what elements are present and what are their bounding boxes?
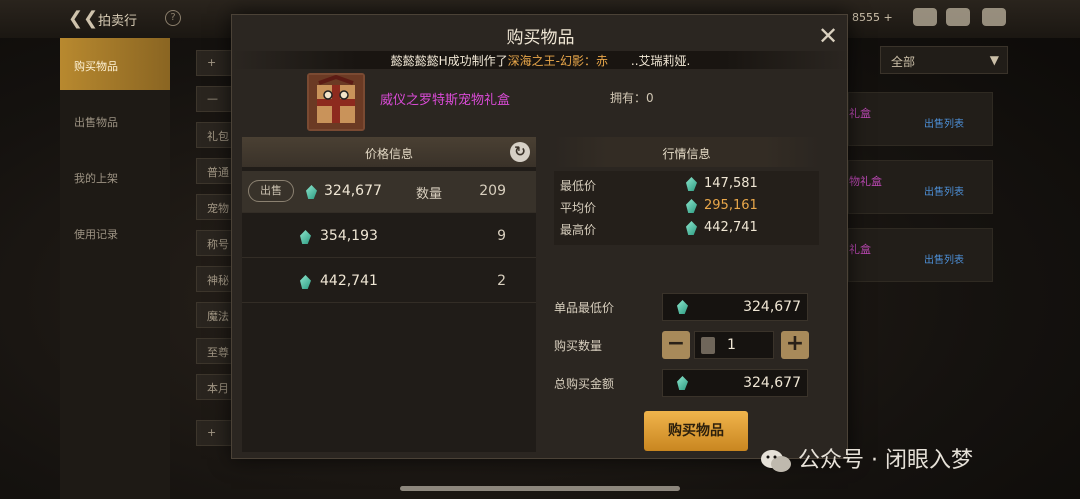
total-amount-field: 324,677 bbox=[662, 369, 808, 397]
market-info-header: 行情信息 bbox=[554, 137, 819, 167]
category-item[interactable]: 普通 bbox=[196, 158, 232, 184]
category-item[interactable]: 至尊 bbox=[196, 338, 232, 364]
category-item[interactable]: 礼包 bbox=[196, 122, 232, 148]
stat-value: 147,581 bbox=[704, 176, 758, 191]
price-info-title: 价格信息 bbox=[364, 147, 413, 161]
close-icon[interactable]: ✕ bbox=[816, 24, 840, 48]
price-info-panel: 价格信息 ↻ 出售 324,677 数量 209 354,193 9 442,7… bbox=[242, 137, 536, 452]
stat-label: 平均价 bbox=[560, 201, 597, 215]
gem-icon bbox=[306, 185, 317, 199]
pet-gift-box-icon bbox=[307, 73, 365, 131]
category-expand-button[interactable]: + bbox=[196, 50, 232, 76]
nav-item-sell[interactable]: 出售物品 bbox=[60, 94, 170, 146]
sell-badge: 出售 bbox=[248, 180, 294, 202]
purchase-modal: 购买物品 ✕ 懿懿懿懿H成功制作了深海之王-幻影：赤 ..艾瑞莉娅. 威仪之罗特… bbox=[231, 14, 849, 459]
quantity-label: 数量 bbox=[416, 187, 443, 202]
owned-count: 拥有：0 bbox=[610, 91, 654, 105]
ticker-suffix: ..艾瑞莉娅. bbox=[630, 54, 691, 68]
increase-quantity-button[interactable]: + bbox=[781, 331, 809, 359]
category-item[interactable]: 宠物 bbox=[196, 194, 232, 220]
back-arrow-icon[interactable]: ❮❮ bbox=[68, 8, 98, 29]
quantity-input-value: 1 bbox=[727, 337, 736, 353]
unit-min-price-label: 单品最低价 bbox=[554, 301, 615, 315]
unit-min-price-field: 324,677 bbox=[662, 293, 808, 321]
ticker-prefix: 懿懿懿懿H成功制作了 bbox=[390, 54, 508, 68]
ticker-highlight: 深海之王-幻影：赤 bbox=[507, 54, 609, 68]
stat-value: 295,161 bbox=[704, 198, 758, 213]
nav-item-buy[interactable]: 购买物品 bbox=[60, 38, 170, 90]
listing-name: 礼盒 bbox=[849, 243, 871, 256]
market-stat-row: 最高价 442,741 bbox=[560, 219, 810, 241]
currency-display: 8555 + bbox=[852, 11, 893, 24]
listing-name: 礼盒 bbox=[849, 107, 871, 120]
mail-icon[interactable] bbox=[946, 8, 970, 26]
help-icon[interactable]: ? bbox=[165, 10, 181, 26]
stat-value: 442,741 bbox=[704, 220, 758, 235]
total-amount-label: 总购买金额 bbox=[554, 377, 615, 391]
price-row[interactable]: 出售 324,677 数量 209 bbox=[242, 171, 536, 213]
decrease-quantity-button[interactable]: − bbox=[662, 331, 690, 359]
filter-dropdown-value: 全部 bbox=[891, 55, 916, 69]
stat-label: 最高价 bbox=[560, 223, 597, 237]
quantity-input[interactable]: 1 bbox=[694, 331, 774, 359]
page-title: 拍卖行 bbox=[98, 14, 138, 29]
gem-icon bbox=[686, 177, 697, 191]
filter-dropdown[interactable]: 全部 ▼ bbox=[880, 46, 1008, 74]
price-value: 354,193 bbox=[320, 228, 378, 244]
stat-label: 最低价 bbox=[560, 179, 597, 193]
announcement-ticker: 懿懿懿懿H成功制作了深海之王-幻影：赤 ..艾瑞莉娅. bbox=[232, 51, 849, 69]
category-item[interactable]: 称号 bbox=[196, 230, 232, 256]
gem-icon bbox=[677, 300, 688, 314]
gem-icon bbox=[686, 199, 697, 213]
left-nav: 购买物品 出售物品 我的上架 使用记录 bbox=[60, 38, 170, 499]
quantity-value: 2 bbox=[497, 273, 506, 289]
gem-icon bbox=[686, 221, 697, 235]
listing-name: 物礼盒 bbox=[849, 175, 882, 188]
wechat-icon bbox=[761, 450, 791, 472]
gem-icon bbox=[300, 275, 311, 289]
chevron-down-icon: ▼ bbox=[989, 53, 999, 67]
price-row[interactable]: 354,193 9 bbox=[242, 216, 536, 258]
category-subnav: + — 礼包 普通 宠物 称号 神秘 魔法 至尊 本月 + bbox=[196, 44, 234, 499]
nav-item-records[interactable]: 使用记录 bbox=[60, 206, 170, 258]
gem-icon bbox=[300, 230, 311, 244]
item-name: 威仪之罗特斯宠物礼盒 bbox=[380, 93, 511, 108]
watermark: 公众号 · 闭眼入梦 bbox=[760, 442, 973, 474]
price-row[interactable]: 442,741 2 bbox=[242, 261, 536, 303]
total-amount-value: 324,677 bbox=[743, 375, 801, 391]
price-value: 442,741 bbox=[320, 273, 378, 289]
quantity-value: 9 bbox=[497, 228, 506, 244]
market-stat-row: 最低价 147,581 bbox=[560, 175, 810, 197]
gem-icon bbox=[677, 376, 688, 390]
market-info-panel: 行情信息 最低价 147,581 平均价 295,161 最高价 442,741… bbox=[546, 137, 839, 452]
category-expand-button[interactable]: + bbox=[196, 420, 232, 446]
market-stat-row: 平均价 295,161 bbox=[560, 197, 810, 219]
listing-card[interactable]: 礼盒 出售列表 bbox=[848, 92, 993, 146]
category-item[interactable]: 魔法 bbox=[196, 302, 232, 328]
listing-action-link[interactable]: 出售列表 bbox=[924, 183, 964, 198]
buy-quantity-label: 购买数量 bbox=[554, 339, 603, 353]
category-item[interactable]: 神秘 bbox=[196, 266, 232, 292]
unit-min-price-value: 324,677 bbox=[743, 299, 801, 315]
listing-action-link[interactable]: 出售列表 bbox=[924, 115, 964, 130]
listing-card[interactable]: 礼盒 出售列表 bbox=[848, 228, 993, 282]
modal-title: 购买物品 bbox=[506, 28, 575, 48]
quantity-value: 209 bbox=[479, 183, 506, 199]
price-value: 324,677 bbox=[324, 183, 382, 199]
listing-card[interactable]: 物礼盒 出售列表 bbox=[848, 160, 993, 214]
category-item[interactable]: 本月 bbox=[196, 374, 232, 400]
coin-bag-icon[interactable] bbox=[913, 8, 937, 26]
buy-item-button[interactable]: 购买物品 bbox=[644, 411, 748, 451]
watermark-text: 公众号 · 闭眼入梦 bbox=[798, 448, 973, 473]
market-stats: 最低价 147,581 平均价 295,161 最高价 442,741 bbox=[554, 171, 819, 245]
item-info: 威仪之罗特斯宠物礼盒 拥有：0 bbox=[232, 73, 849, 133]
listing-action-link[interactable]: 出售列表 bbox=[924, 251, 964, 266]
price-info-header: 价格信息 ↻ bbox=[242, 137, 536, 167]
category-collapse-button[interactable]: — bbox=[196, 86, 232, 112]
refresh-icon[interactable]: ↻ bbox=[510, 142, 530, 162]
chat-icon[interactable] bbox=[982, 8, 1006, 26]
home-indicator[interactable] bbox=[400, 486, 680, 491]
calculator-icon[interactable] bbox=[701, 337, 715, 354]
nav-item-my-listings[interactable]: 我的上架 bbox=[60, 150, 170, 202]
